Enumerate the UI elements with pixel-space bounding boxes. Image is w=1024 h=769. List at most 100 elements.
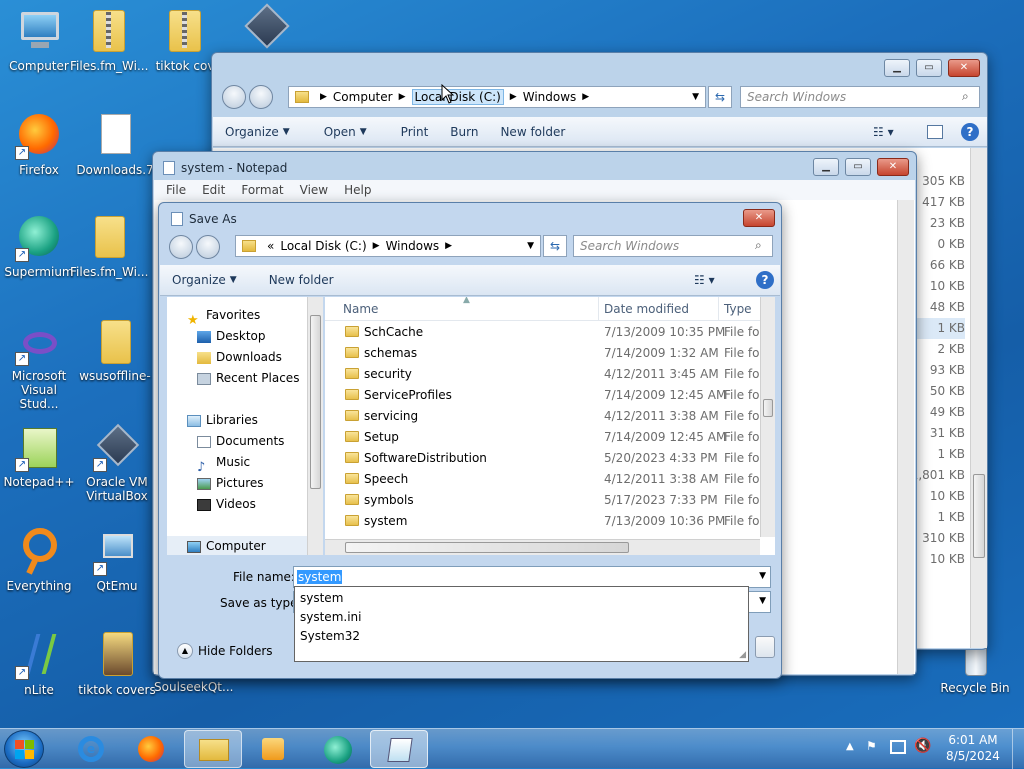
menu-edit[interactable]: Edit — [202, 180, 225, 200]
desktop-icon-notepad-plus-plus[interactable]: ↗ Notepad++ — [0, 424, 78, 489]
close-button[interactable]: ✕ — [948, 59, 980, 77]
forward-button[interactable] — [196, 235, 220, 259]
table-row[interactable]: schemas 7/14/2009 1:32 AM File fol — [325, 343, 765, 364]
desktop-icon-supermium[interactable]: ↗ Supermium — [0, 214, 78, 279]
start-button[interactable] — [4, 730, 44, 768]
chevron-down-icon[interactable]: ▼ — [692, 92, 699, 102]
organize-button[interactable]: Organize — [172, 273, 226, 287]
desktop-icon-files-fm-folder[interactable]: Files.fm_Wi... — [70, 214, 148, 279]
desktop-icon-visual-studio[interactable]: ↗ Microsoft Visual Stud... — [0, 330, 78, 411]
chevron-down-icon[interactable]: ▼ — [759, 596, 766, 606]
back-button[interactable] — [222, 85, 246, 109]
minimize-button[interactable]: ▁ — [813, 158, 839, 176]
breadcrumb-windows[interactable]: Windows — [523, 90, 577, 104]
file-list-horizontal-scrollbar[interactable] — [325, 539, 760, 555]
desktop-icon-recycle-bin[interactable]: Recycle Bin — [936, 644, 1014, 695]
taskbar-media-player[interactable] — [244, 730, 302, 768]
help-icon[interactable]: ? — [756, 271, 774, 289]
desktop-icon-everything[interactable]: Everything — [0, 528, 78, 593]
volume-muted-icon[interactable]: 🔇 — [914, 738, 931, 754]
refresh-button[interactable]: ⇆ — [543, 235, 567, 257]
resize-grip-icon[interactable]: ◢ — [739, 650, 746, 660]
table-row[interactable]: security 4/12/2011 3:45 AM File fol — [325, 364, 765, 385]
breadcrumb-overflow[interactable]: « — [267, 239, 274, 253]
table-row[interactable]: servicing 4/12/2011 3:38 AM File fol — [325, 406, 765, 427]
table-row[interactable]: system 7/13/2009 10:36 PM File fol — [325, 511, 765, 532]
table-row[interactable]: ServiceProfiles 7/14/2009 12:45 AM File fo… — [325, 385, 765, 406]
close-button[interactable]: ✕ — [877, 158, 909, 176]
autocomplete-item[interactable]: System32 — [300, 627, 748, 646]
column-type[interactable]: Type — [724, 302, 752, 316]
forward-button[interactable] — [249, 85, 273, 109]
desktop-icon-firefox[interactable]: ↗ Firefox — [0, 112, 78, 177]
autocomplete-item[interactable]: system.ini — [300, 608, 748, 627]
scrollbar-thumb[interactable] — [345, 542, 629, 553]
network-icon[interactable] — [890, 740, 906, 754]
table-row[interactable]: SchCache 7/13/2009 10:35 PM File fol — [325, 322, 765, 343]
minimize-button[interactable]: ▁ — [884, 59, 910, 77]
hide-folders-button[interactable]: ▲ Hide Folders — [177, 643, 273, 659]
column-name[interactable]: Name — [343, 302, 378, 316]
desktop-icon-virtualbox-installer[interactable] — [232, 3, 302, 57]
breadcrumb-local-disk[interactable]: Local Disk (C:) — [280, 239, 366, 253]
show-desktop-button[interactable] — [1012, 729, 1024, 769]
new-folder-button[interactable]: New folder — [269, 273, 334, 287]
breadcrumb-local-disk[interactable]: Local Disk (C:) — [411, 89, 504, 105]
address-bar[interactable]: « Local Disk (C:) ▶ Windows ▶ ▼ — [235, 235, 541, 257]
desktop-icon-tiktok-covers[interactable]: tiktok covers — [78, 632, 156, 697]
nav-computer[interactable]: Computer — [167, 536, 323, 555]
autocomplete-item[interactable]: system — [300, 589, 748, 608]
table-row[interactable]: Speech 4/12/2011 3:38 AM File fol — [325, 469, 765, 490]
maximize-button[interactable]: ▭ — [845, 158, 871, 176]
nav-downloads[interactable]: Downloads — [167, 347, 323, 368]
desktop-icon-wsusoffline[interactable]: wsusoffline- — [76, 318, 154, 383]
chevron-down-icon[interactable]: ▼ — [527, 241, 534, 251]
nav-pictures[interactable]: Pictures — [167, 473, 323, 494]
nav-pane-scrollbar[interactable] — [307, 297, 323, 555]
table-row[interactable]: SoftwareDistribution 5/20/2023 4:33 PM Fil… — [325, 448, 765, 469]
taskbar-internet-explorer[interactable]: e — [62, 730, 120, 768]
desktop-icon-downloads-7z[interactable]: Downloads.7 — [76, 112, 154, 177]
nav-recent-places[interactable]: Recent Places — [167, 368, 323, 389]
close-button[interactable]: ✕ — [743, 209, 775, 227]
menu-file[interactable]: File — [166, 180, 186, 200]
breadcrumb-windows[interactable]: Windows — [386, 239, 440, 253]
explorer-vertical-scrollbar[interactable] — [970, 148, 987, 648]
taskbar-firefox[interactable] — [122, 730, 180, 768]
nav-desktop[interactable]: Desktop — [167, 326, 323, 347]
nav-music[interactable]: ♪ Music — [167, 452, 323, 475]
help-icon[interactable]: ? — [961, 122, 979, 141]
desktop-icon-computer[interactable]: Computer — [0, 8, 78, 73]
menu-view[interactable]: View — [300, 180, 328, 200]
view-options-icon[interactable]: ☷ ▾ — [873, 125, 894, 139]
desktop-icon-files-fm[interactable]: Files.fm_Wi... — [70, 8, 148, 73]
clock[interactable]: 6:01 AM 8/5/2024 — [938, 732, 1008, 764]
file-list-vertical-scrollbar[interactable] — [760, 297, 775, 537]
back-button[interactable] — [169, 235, 193, 259]
organize-button[interactable]: Organize — [225, 125, 279, 139]
refresh-button[interactable]: ⇆ — [708, 86, 732, 108]
nav-documents[interactable]: Documents — [167, 431, 323, 452]
chevron-down-icon[interactable]: ▼ — [759, 571, 766, 581]
taskbar-notepad[interactable] — [370, 730, 428, 768]
maximize-button[interactable]: ▭ — [916, 59, 942, 77]
table-row[interactable]: symbols 5/17/2023 7:33 PM File fol — [325, 490, 765, 511]
desktop-icon-nlite[interactable]: ↗ nLite — [0, 632, 78, 697]
burn-button[interactable]: Burn — [450, 125, 478, 139]
view-options-icon[interactable]: ☷ ▾ — [694, 273, 715, 287]
cancel-button-partial[interactable] — [755, 636, 775, 658]
show-hidden-icons-icon[interactable]: ▲ — [846, 741, 854, 752]
table-row[interactable]: Setup 7/14/2009 12:45 AM File fol — [325, 427, 765, 448]
open-button[interactable]: Open — [324, 125, 356, 139]
file-name-input[interactable]: system ▼ — [293, 566, 771, 588]
desktop-icon-soulseekqt[interactable]: SoulseekQt... — [154, 680, 233, 694]
notepad-vertical-scrollbar[interactable] — [897, 200, 914, 674]
taskbar-supermium[interactable] — [308, 730, 366, 768]
menu-format[interactable]: Format — [241, 180, 283, 200]
print-button[interactable]: Print — [401, 125, 429, 139]
nav-libraries[interactable]: Libraries — [167, 410, 323, 431]
scrollbar-thumb[interactable] — [973, 474, 985, 558]
action-center-flag-icon[interactable]: ⚑ — [866, 739, 877, 753]
search-input[interactable]: Search Windows — [740, 86, 980, 108]
new-folder-button[interactable]: New folder — [500, 125, 565, 139]
